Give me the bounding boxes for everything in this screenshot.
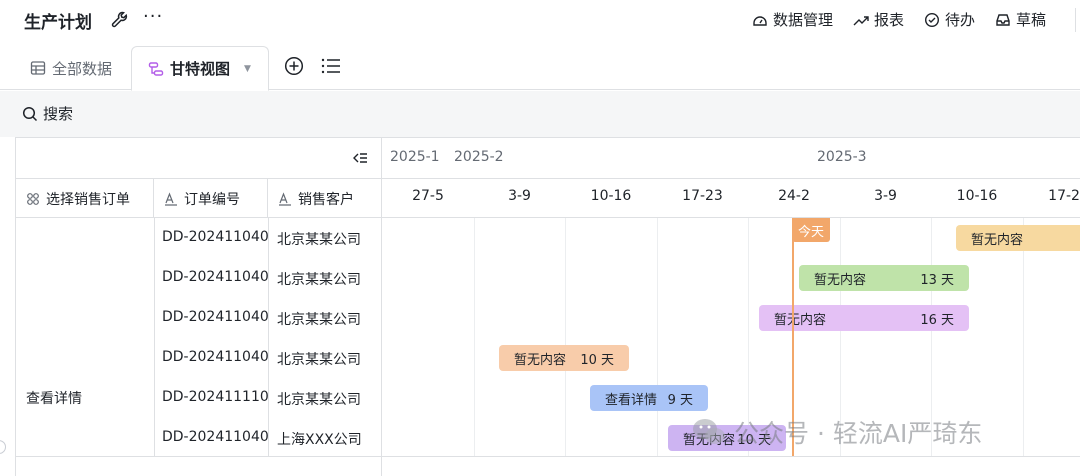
table-icon (30, 61, 46, 75)
week-label: 17-23 (1048, 188, 1080, 204)
column-header-order-number[interactable]: 订单编号 (154, 179, 268, 218)
column-header-sales-order[interactable]: 选择销售订单 (16, 179, 154, 218)
view-detail-link[interactable]: 查看详情 (26, 388, 82, 408)
text-field-icon (165, 191, 177, 206)
gantt-bar[interactable]: 暂无内容 13 天 (799, 265, 969, 291)
gantt-icon (148, 61, 164, 76)
text-field-icon (279, 191, 291, 206)
todo-label: 待办 (944, 11, 975, 29)
column-header-label: 订单编号 (184, 191, 240, 208)
search-button[interactable]: 搜索 (22, 103, 73, 124)
chart-icon (853, 15, 869, 25)
header-divider (1075, 8, 1076, 32)
week-label: 17-23 (682, 188, 723, 204)
search-icon (22, 106, 38, 121)
customer-cell: 上海XXX公司 (277, 432, 362, 448)
today-marker-label: 今天 (792, 218, 831, 242)
search-label: 搜索 (43, 105, 74, 123)
data-management-label: 数据管理 (772, 11, 833, 29)
week-header: 27-5 3-9 10-16 17-23 24-2 3-9 10-16 17-23 (382, 178, 1080, 218)
table-row[interactable]: DD-20241104005 上海XXX公司 (154, 418, 382, 458)
column-headers: 选择销售订单 订单编号 销售客户 (16, 178, 382, 218)
gantt-bar[interactable]: 暂无内容 16 天 (759, 305, 969, 331)
gantt-bar-label: 暂无内容 (774, 312, 827, 328)
tab-all-data[interactable]: 全部数据 (30, 46, 112, 90)
wrench-icon[interactable] (110, 10, 130, 30)
customer-cell: 北京某某公司 (277, 312, 361, 328)
wechat-icon (693, 419, 725, 444)
grid-bottom-border (16, 456, 1080, 457)
gantt-bar-duration: 16 天 (920, 312, 954, 328)
table-row[interactable]: DD-20241104002 北京某某公司 (154, 258, 382, 298)
draft-label: 草稿 (1015, 11, 1046, 29)
gantt-bar-duration: 13 天 (920, 272, 954, 288)
week-gridline (1022, 218, 1024, 456)
week-label: 27-5 (412, 188, 444, 204)
order-number-cell: DD-20241104002 (162, 269, 268, 285)
week-label: 10-16 (956, 188, 998, 204)
tab-all-data-label: 全部数据 (52, 59, 113, 78)
gantt-bar[interactable]: 查看详情 9 天 (590, 385, 708, 411)
chevron-down-icon[interactable]: ▼ (244, 64, 251, 74)
more-icon[interactable]: ··· (143, 6, 163, 27)
table-row[interactable]: DD-20241104004 北京某某公司 (154, 338, 382, 378)
week-gridline (565, 218, 566, 456)
table-row[interactable]: DD-20241104001 北京某某公司 (154, 218, 382, 258)
list-icon[interactable] (321, 57, 341, 75)
gantt-bar-label: 暂无内容 (814, 272, 867, 288)
report-button[interactable]: 报表 (853, 9, 904, 30)
customer-cell: 北京某某公司 (277, 392, 361, 408)
month-label: 2025-1 (390, 149, 440, 165)
column-header-customer[interactable]: 销售客户 (268, 179, 382, 218)
toolbar: 搜索 (0, 91, 1080, 137)
table-row[interactable]: DD-20241104003 北京某某公司 (154, 298, 382, 338)
inbox-icon (996, 13, 1010, 26)
report-label: 报表 (873, 11, 904, 29)
customer-cell: 北京某某公司 (277, 352, 361, 368)
collapse-panel-icon[interactable] (352, 150, 368, 166)
side-handle-icon[interactable] (0, 440, 6, 454)
customer-cell: 北京某某公司 (277, 232, 361, 248)
month-label: 2025-3 (817, 149, 867, 165)
week-gridline (473, 218, 475, 456)
dashboard-icon (753, 15, 767, 26)
gantt-bar-duration: 10 天 (580, 352, 614, 368)
watermark: 公众号 · 轻流AI严琦东 (692, 414, 982, 450)
month-label: 2025-2 (454, 149, 504, 165)
gantt-bar-duration: 9 天 (667, 392, 693, 408)
header-actions: 数据管理 报表 待办 草稿 (752, 9, 1046, 30)
column-header-label: 选择销售订单 (46, 191, 130, 208)
gantt-bar-label: 暂无内容 (514, 352, 567, 368)
watermark-text: 公众号 · 轻流AI严琦东 (734, 419, 983, 448)
order-number-cell: DD-20241104001 (162, 229, 268, 245)
gantt-bar[interactable]: 暂无内容 10 天 (499, 345, 629, 371)
order-number-cell: DD-20241111001 (162, 389, 268, 405)
order-number-cell: DD-20241104004 (162, 349, 268, 365)
gantt-bar-label: 查看详情 (605, 392, 658, 408)
app-title: 生产计划 (24, 13, 92, 33)
gantt-bar-label: 暂无内容 (971, 232, 1024, 248)
column-header-label: 销售客户 (298, 191, 354, 208)
view-tabs: 全部数据 甘特视图 ▼ (0, 42, 1080, 91)
order-number-cell: DD-20241104005 (162, 429, 268, 445)
week-label: 24-2 (778, 188, 810, 204)
tab-gantt-view[interactable]: 甘特视图 ▼ (131, 46, 269, 91)
order-number-cell: DD-20241104003 (162, 309, 268, 325)
record-table: 选择销售订单 订单编号 销售客户 查看详情 DD-20241104001 北京某某… (16, 138, 382, 476)
todo-button[interactable]: 待办 (924, 9, 975, 30)
draft-button[interactable]: 草稿 (995, 9, 1046, 30)
relation-icon (27, 192, 39, 205)
add-view-icon[interactable] (284, 56, 304, 76)
week-label: 3-9 (508, 188, 531, 204)
week-label: 10-16 (590, 188, 632, 204)
gantt-bar[interactable]: 暂无内容 (956, 225, 1080, 251)
customer-cell: 北京某某公司 (277, 272, 361, 288)
week-gridline (656, 218, 658, 456)
app-header: 生产计划 ··· 数据管理 报表 待办 草稿 (0, 0, 1080, 40)
table-row[interactable]: DD-20241111001 北京某某公司 (154, 378, 382, 418)
week-label: 3-9 (874, 188, 897, 204)
check-circle-icon (924, 12, 939, 27)
tab-gantt-view-label: 甘特视图 (170, 60, 231, 78)
data-management-button[interactable]: 数据管理 (752, 9, 833, 30)
